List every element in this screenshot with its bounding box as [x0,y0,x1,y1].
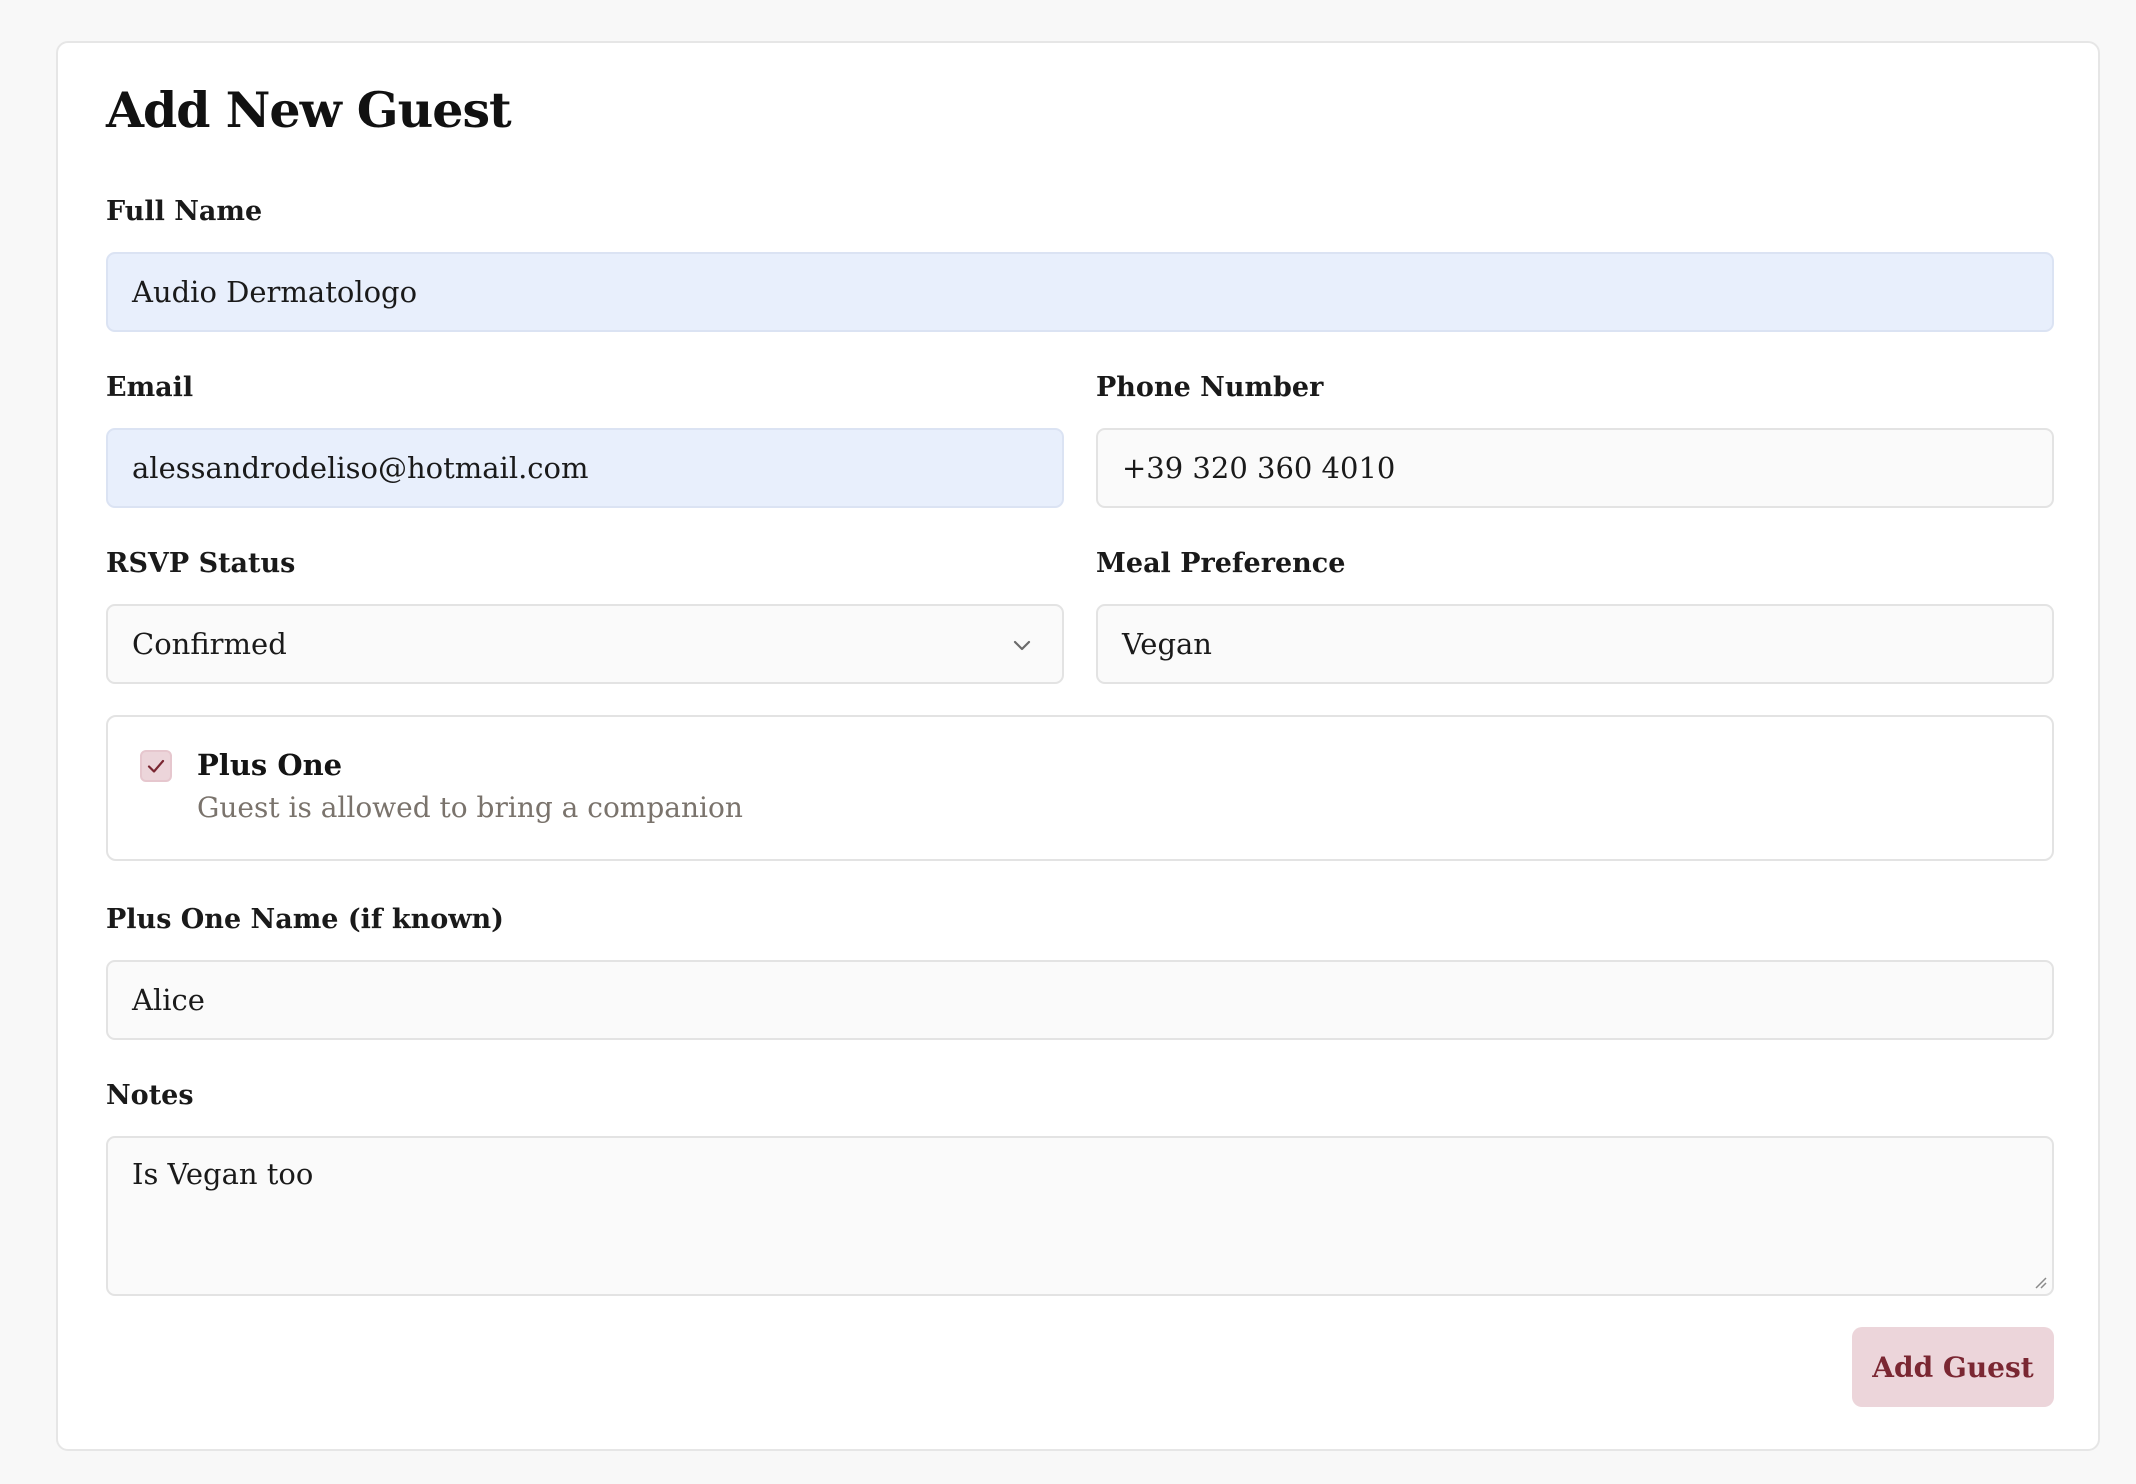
phone-label: Phone Number [1096,372,1324,403]
full-name-value: Audio Dermatologo [132,275,418,309]
page-title: Add New Guest [106,81,512,139]
rsvp-value: Confirmed [132,627,287,661]
email-input[interactable]: alessandrodeliso@hotmail.com [106,428,1064,508]
notes-label: Notes [106,1080,194,1111]
plus-one-title: Plus One [197,748,343,782]
phone-value: +39 320 360 4010 [1122,451,1396,485]
email-value: alessandrodeliso@hotmail.com [132,451,589,485]
plus-one-description: Guest is allowed to bring a companion [197,791,743,824]
plus-one-option[interactable]: Plus One Guest is allowed to bring a com… [106,715,2054,861]
plus-one-name-label: Plus One Name (if known) [106,904,504,935]
chevron-down-icon [1013,640,1031,651]
plus-one-name-value: Alice [132,983,205,1017]
rsvp-select[interactable]: Confirmed [106,604,1064,684]
plus-one-checkbox[interactable] [140,750,172,782]
notes-textarea[interactable]: Is Vegan too [106,1136,2054,1296]
phone-input[interactable]: +39 320 360 4010 [1096,428,2054,508]
full-name-input[interactable]: Audio Dermatologo [106,252,2054,332]
add-guest-button[interactable]: Add Guest [1852,1327,2054,1407]
meal-value: Vegan [1122,627,1212,661]
full-name-label: Full Name [106,196,263,227]
meal-input[interactable]: Vegan [1096,604,2054,684]
resize-handle-icon[interactable] [2032,1274,2048,1290]
notes-value: Is Vegan too [132,1157,314,1191]
add-guest-card: Add New Guest Full Name Audio Dermatolog… [56,41,2100,1451]
email-label: Email [106,372,194,403]
check-icon [147,759,165,773]
meal-label: Meal Preference [1096,548,1346,579]
plus-one-name-input[interactable]: Alice [106,960,2054,1040]
rsvp-label: RSVP Status [106,548,296,579]
